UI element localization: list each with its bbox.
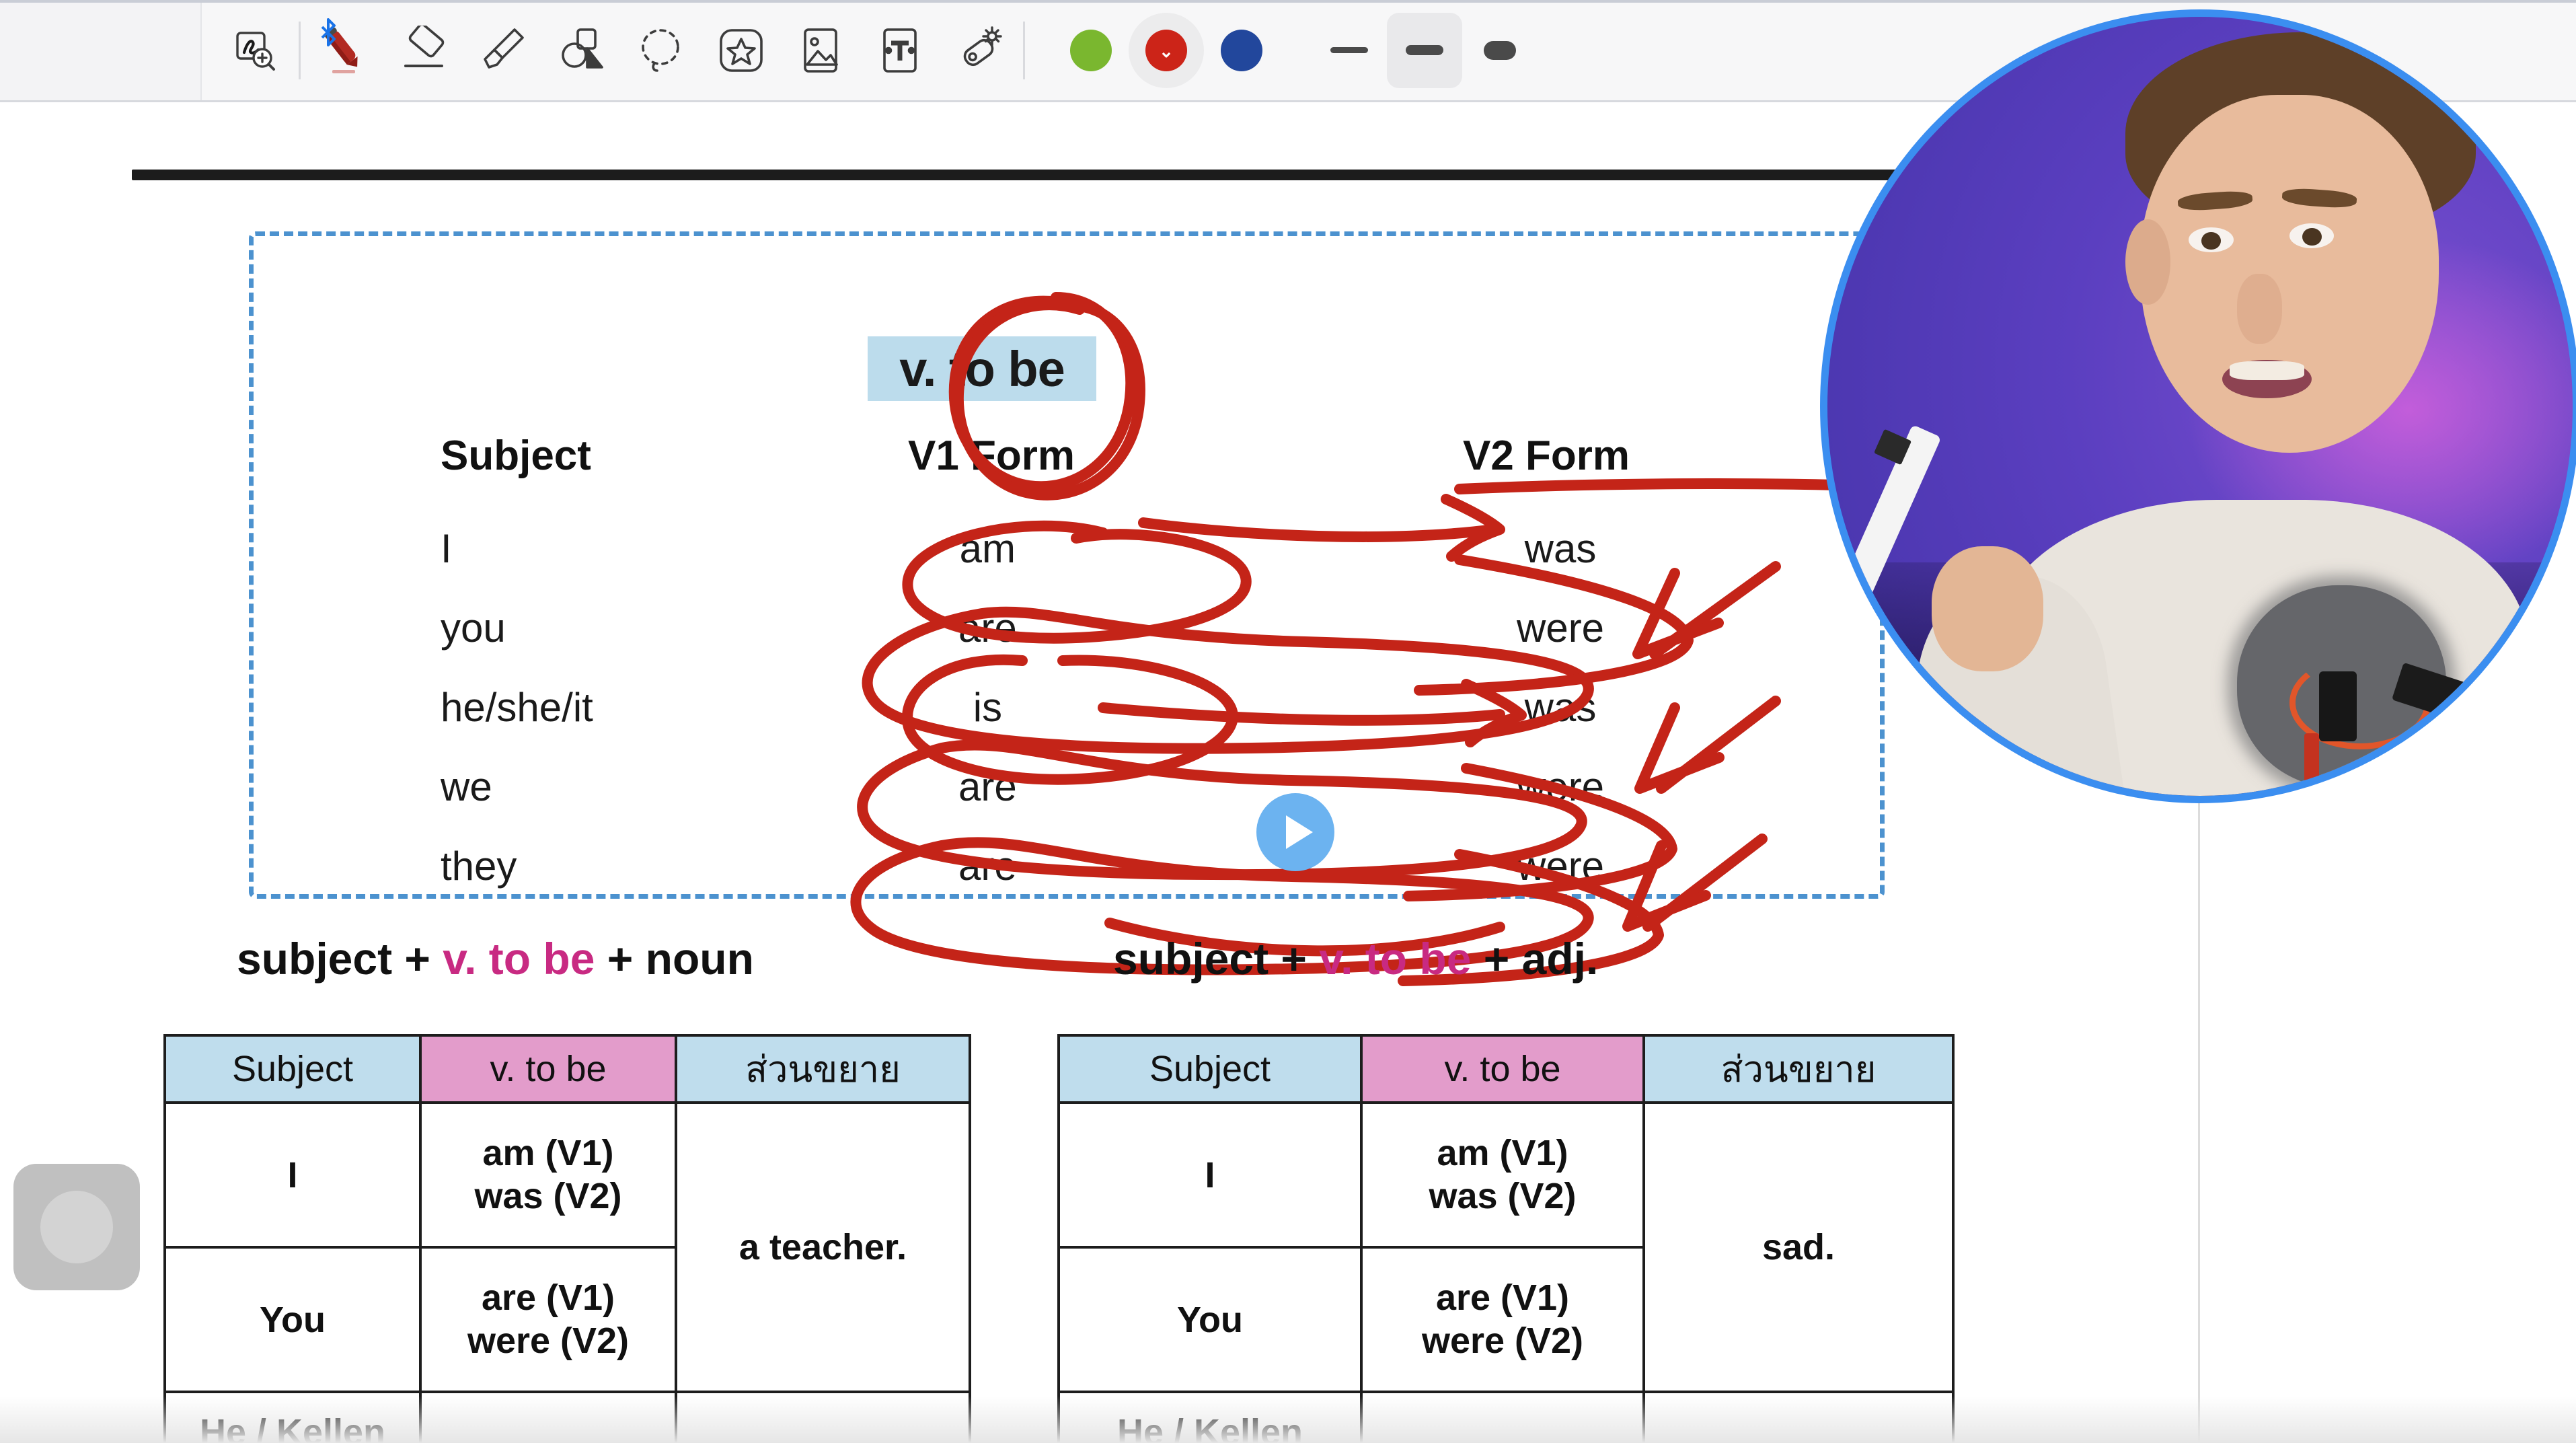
laser-pointer-icon[interactable]	[940, 13, 1019, 88]
play-button[interactable]	[1256, 793, 1334, 871]
column-header-v2: V2 Form	[1463, 433, 1630, 479]
presenter-pupil-right	[2302, 227, 2322, 246]
floating-tool-button[interactable]	[13, 1164, 140, 1290]
practice-table-adj: Subject v. to be ส่วนขยาย I am (V1) was …	[1057, 1034, 1955, 1443]
formula-noun-after: + noun	[595, 934, 754, 984]
stroke-width-medium[interactable]	[1387, 12, 1462, 88]
table-row: I am (V1) was (V2) sad.	[1057, 1101, 1955, 1393]
whiteboard-app: ⌄ v. to be Subject V1 Form V2 Form I you…	[0, 0, 2576, 1443]
toolbar-tools: ⌄	[202, 0, 1538, 100]
text-box-icon[interactable]	[860, 13, 940, 88]
presenter-pupil-left	[2201, 231, 2221, 250]
page-bottom-shadow	[0, 1396, 2576, 1443]
column-header-subject: Subject	[441, 433, 591, 479]
stroke-width-thick[interactable]	[1462, 13, 1538, 88]
cell-subject: I	[163, 1101, 422, 1249]
bluetooth-icon	[319, 17, 337, 46]
thin-line-icon	[1330, 47, 1368, 53]
microphone-body	[2319, 671, 2357, 741]
th-vtobe-right: v. to be	[1360, 1034, 1645, 1104]
cell-verb: are (V1) were (V2)	[419, 1246, 677, 1393]
cell-subject: I	[1057, 1101, 1363, 1249]
presenter-webcam[interactable]	[1820, 9, 2576, 803]
cell-verb: are (V1) were (V2)	[1360, 1246, 1645, 1393]
medium-line-icon	[1406, 45, 1443, 55]
toolbar-divider	[299, 21, 301, 79]
cell-complement: a teacher.	[675, 1101, 971, 1393]
play-triangle-icon	[1286, 815, 1313, 849]
color-swatch-red[interactable]: ⌄	[1129, 12, 1204, 88]
table-header-row: Subject v. to be ส่วนขยาย	[1057, 1034, 1955, 1104]
pen-icon[interactable]	[305, 13, 384, 88]
formula-noun: subject + v. to be + noun	[237, 933, 754, 984]
th-complement-left: ส่วนขยาย	[675, 1034, 971, 1104]
presenter-ear	[2125, 219, 2170, 305]
chevron-down-icon: ⌄	[1159, 40, 1174, 61]
formula-adj-after: + adj.	[1471, 934, 1599, 984]
practice-table-noun: Subject v. to be ส่วนขยาย I am (V1) was …	[163, 1034, 971, 1443]
th-subject-right: Subject	[1057, 1034, 1363, 1104]
lesson-title: v. to be	[899, 340, 1065, 397]
toolbar-divider-2	[1023, 21, 1025, 79]
eraser-icon[interactable]	[384, 13, 463, 88]
highlighter-icon[interactable]	[463, 13, 543, 88]
red-dot-icon: ⌄	[1145, 29, 1187, 71]
shapes-icon[interactable]	[543, 13, 622, 88]
image-icon[interactable]	[781, 13, 860, 88]
formula-noun-highlight: v. to be	[443, 934, 595, 984]
green-dot-icon	[1070, 29, 1112, 71]
v1-form-list: am are is are are	[958, 526, 1017, 889]
color-palette: ⌄	[1053, 0, 1279, 100]
cell-complement: sad.	[1642, 1101, 1955, 1393]
th-subject-left: Subject	[163, 1034, 422, 1104]
formula-noun-before: subject +	[237, 934, 443, 984]
cell-verb: am (V1) was (V2)	[419, 1101, 677, 1249]
th-complement-right: ส่วนขยาย	[1642, 1034, 1955, 1104]
subject-list: I you he/she/it we they	[441, 526, 593, 889]
presenter-face	[2140, 94, 2439, 453]
header-rule	[132, 170, 1941, 180]
stroke-width-picker	[1312, 0, 1538, 100]
v2-form-list: was were was were were	[1517, 526, 1605, 889]
cell-subject: You	[1057, 1246, 1363, 1393]
lasso-zoom-icon[interactable]	[215, 13, 295, 88]
table-row: I am (V1) was (V2) a teacher.	[163, 1101, 971, 1393]
color-swatch-green[interactable]	[1053, 13, 1129, 88]
microphone-cable	[2304, 733, 2320, 796]
table-header-row: Subject v. to be ส่วนขยาย	[163, 1034, 971, 1104]
formula-adj: subject + v. to be + adj.	[1113, 933, 1598, 984]
color-swatch-blue[interactable]	[1204, 13, 1279, 88]
formula-adj-before: subject +	[1113, 934, 1320, 984]
formula-adj-highlight: v. to be	[1319, 934, 1472, 984]
blue-dot-icon	[1221, 29, 1262, 71]
presenter-hand	[1932, 546, 2044, 671]
lasso-select-icon[interactable]	[622, 13, 702, 88]
presenter-teeth	[2230, 361, 2305, 380]
sticker-icon[interactable]	[702, 13, 781, 88]
column-header-v1: V1 Form	[908, 433, 1075, 479]
th-vtobe-left: v. to be	[419, 1034, 677, 1104]
stroke-width-thin[interactable]	[1312, 13, 1387, 88]
toolbar-left-panel	[0, 0, 202, 100]
circle-icon	[40, 1191, 113, 1263]
thick-line-icon	[1484, 40, 1516, 60]
cell-verb: am (V1) was (V2)	[1360, 1101, 1645, 1249]
cell-subject: You	[163, 1246, 422, 1393]
presenter-nose	[2237, 274, 2282, 344]
